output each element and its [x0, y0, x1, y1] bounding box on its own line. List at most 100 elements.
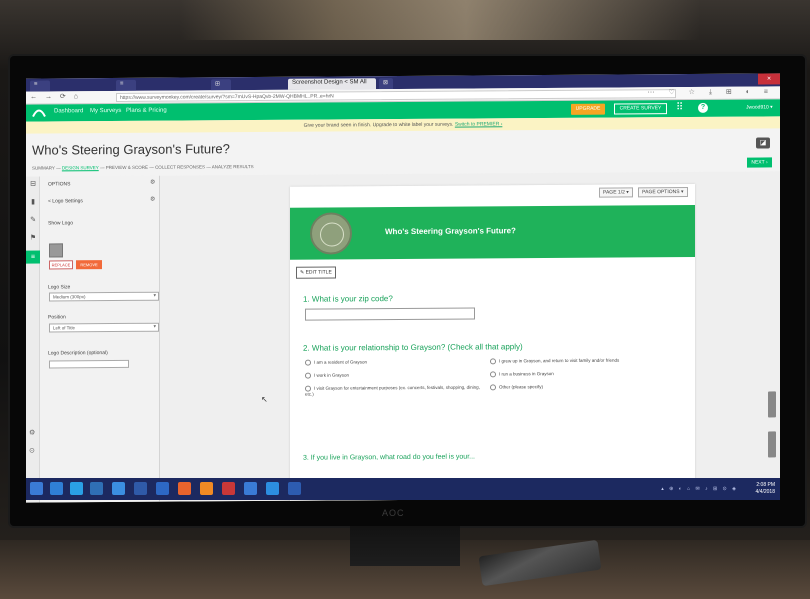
- show-logo-label: Show Logo: [48, 220, 74, 227]
- logo-description-input[interactable]: [49, 359, 129, 369]
- builder-icon[interactable]: ⊟: [29, 181, 37, 189]
- chart-icon[interactable]: ▮: [29, 199, 37, 207]
- upgrade-button[interactable]: UPGRADE: [571, 103, 605, 115]
- checkbox-option[interactable]: I run a business in Grayson: [490, 371, 554, 378]
- checkbox-option[interactable]: I am a resident of Grayson: [305, 359, 368, 366]
- firefox-icon[interactable]: [178, 482, 191, 495]
- checkbox-option[interactable]: I grew up in Grayson, and return to visi…: [490, 357, 620, 365]
- position-label: Position: [48, 314, 66, 321]
- clock-date: 4/4/2018: [755, 489, 775, 495]
- app-icon[interactable]: [156, 482, 169, 495]
- browser-tab[interactable]: ≡: [116, 79, 136, 92]
- back-to-logo-settings[interactable]: < Logo Settings: [48, 198, 83, 204]
- checkbox[interactable]: [490, 358, 496, 365]
- logo-size-select[interactable]: Medium (300px) ▾: [49, 291, 159, 302]
- mail-icon[interactable]: [244, 482, 257, 495]
- settings-gear-icon[interactable]: ⚙: [29, 429, 35, 437]
- app-icon[interactable]: [112, 482, 125, 495]
- logo-size-label: Logo Size: [48, 284, 71, 291]
- system-tray[interactable]: ▴ ⊕ ◐ ⌂ ✉ ♪ ⊞ ⊙ ◈: [661, 486, 738, 492]
- clock-time: 2:08 PM: [756, 482, 775, 488]
- chevron-down-icon: ▾: [153, 323, 156, 330]
- browser-tab[interactable]: ≡: [30, 80, 50, 92]
- options-icon[interactable]: ≡: [26, 250, 40, 264]
- edit-title-button[interactable]: ✎ EDIT TITLE: [296, 266, 336, 279]
- help-icon[interactable]: ?: [698, 102, 708, 113]
- survey-page-card: PAGE 1/2 ▾ PAGE OPTIONS ▾ Who's Steering…: [290, 183, 695, 503]
- monitor-brand: AOC: [382, 508, 405, 518]
- option-label: I am a resident of Grayson: [314, 359, 368, 365]
- survey-steps-breadcrumb: SUMMARY — DESIGN SURVEY — PREVIEW & SCOR…: [32, 164, 254, 171]
- checkbox-option[interactable]: I visit Grayson for entertainment purpos…: [305, 384, 485, 397]
- survey-card-title[interactable]: Who's Steering Grayson's Future?: [385, 226, 516, 236]
- app-icon[interactable]: [134, 482, 147, 495]
- question-3[interactable]: 3. If you live in Grayson, what road do …: [303, 453, 475, 461]
- checkbox-option[interactable]: I work in Grayson: [305, 372, 349, 379]
- app-icon[interactable]: [90, 482, 103, 495]
- checkbox[interactable]: [490, 371, 496, 378]
- page-select[interactable]: PAGE 1/2 ▾: [599, 187, 633, 198]
- taskbar-clock[interactable]: 2:08 PM 4/4/2018: [756, 482, 775, 496]
- pencil-icon[interactable]: ✎: [29, 217, 37, 225]
- create-survey-button[interactable]: CREATE SURVEY: [614, 103, 667, 115]
- remove-logo-button[interactable]: REMOVE: [76, 260, 102, 270]
- step-collect-responses[interactable]: COLLECT RESPONSES: [155, 164, 205, 169]
- step-design-survey[interactable]: DESIGN SURVEY: [62, 165, 99, 170]
- info-icon[interactable]: ⊙: [29, 447, 35, 455]
- help-tab[interactable]: [768, 431, 776, 458]
- step-analyze-results[interactable]: ANALYZE RESULTS: [212, 164, 254, 169]
- logo-description-label: Logo Description (optional): [48, 350, 108, 357]
- logo-size-value: Medium (300px): [53, 294, 86, 300]
- windows-taskbar: ▴ ⊕ ◐ ⌂ ✉ ♪ ⊞ ⊙ ◈ 2:08 PM 4/4/2018: [26, 478, 780, 500]
- browser-tab-active[interactable]: Screenshot Design < SM All: [288, 78, 376, 90]
- page-options-select[interactable]: PAGE OPTIONS ▾: [638, 187, 688, 198]
- comment-icon[interactable]: ◪: [756, 137, 770, 149]
- nav-dashboard[interactable]: Dashboard: [54, 108, 83, 114]
- checkbox[interactable]: [305, 372, 311, 379]
- checkbox[interactable]: [305, 359, 311, 366]
- nav-buttons[interactable]: ← → ⟳ ⌂: [30, 92, 81, 100]
- zip-code-input[interactable]: [305, 307, 475, 321]
- checkbox[interactable]: [305, 385, 311, 392]
- gear-icon[interactable]: ⚙: [150, 196, 155, 203]
- apps-grid-icon[interactable]: ⠿: [676, 102, 688, 114]
- monitor-stand: [350, 526, 460, 566]
- logic-icon[interactable]: ⚑: [29, 235, 37, 243]
- mouse-cursor-icon: ↖: [261, 394, 268, 404]
- start-icon[interactable]: [30, 482, 43, 495]
- app-icon[interactable]: [266, 482, 279, 495]
- question-1[interactable]: 1. What is your zip code?: [303, 294, 393, 304]
- replace-logo-button[interactable]: REPLACE: [49, 260, 73, 270]
- question-2[interactable]: 2. What is your relationship to Grayson?…: [303, 342, 523, 353]
- new-tab-button[interactable]: ⊠: [379, 78, 393, 90]
- nav-my-surveys[interactable]: My Surveys: [90, 108, 121, 114]
- logo-thumbnail: [49, 243, 63, 258]
- gear-icon[interactable]: ⚙: [150, 179, 155, 186]
- banner-link[interactable]: Switch to PREMIER ›: [455, 121, 503, 127]
- option-label: Other (please specify): [499, 384, 544, 390]
- next-button[interactable]: NEXT ›: [747, 157, 772, 168]
- checkbox[interactable]: [490, 384, 496, 391]
- checkbox-option[interactable]: Other (please specify): [490, 384, 544, 391]
- step-preview-score[interactable]: PREVIEW & SCORE: [106, 165, 148, 170]
- app-icon[interactable]: [222, 482, 235, 495]
- step-summary[interactable]: SUMMARY: [32, 165, 55, 170]
- app-icon[interactable]: [200, 482, 213, 495]
- app-icon[interactable]: [288, 482, 301, 495]
- chevron-down-icon: ▾: [153, 292, 156, 299]
- feedback-tab[interactable]: [768, 391, 776, 418]
- surveymonkey-logo-icon[interactable]: [32, 107, 46, 118]
- browser-toolbar-icons[interactable]: ⋯ ♡ ☆ ⤓ ⊞ ◐ ≡: [648, 87, 775, 97]
- browser-tab[interactable]: ⊞: [211, 79, 231, 91]
- user-menu[interactable]: Jwood910 ▾: [746, 104, 773, 110]
- nav-plans-pricing[interactable]: Plans & Pricing: [126, 108, 167, 114]
- position-select[interactable]: Left of Title ▾: [49, 322, 159, 333]
- grayson-seal-logo[interactable]: [310, 212, 352, 255]
- option-label: I run a business in Grayson: [499, 371, 554, 377]
- option-label: I grew up in Grayson, and return to visi…: [499, 357, 620, 364]
- left-icon-rail: ⊟ ▮ ✎ ⚑ ≡ ⚙ ⊙: [26, 176, 40, 503]
- edge-icon[interactable]: [50, 482, 63, 495]
- close-icon[interactable]: ×: [758, 73, 780, 85]
- survey-canvas: PAGE 1/2 ▾ PAGE OPTIONS ▾ Who's Steering…: [160, 171, 780, 503]
- app-icon[interactable]: [70, 482, 83, 495]
